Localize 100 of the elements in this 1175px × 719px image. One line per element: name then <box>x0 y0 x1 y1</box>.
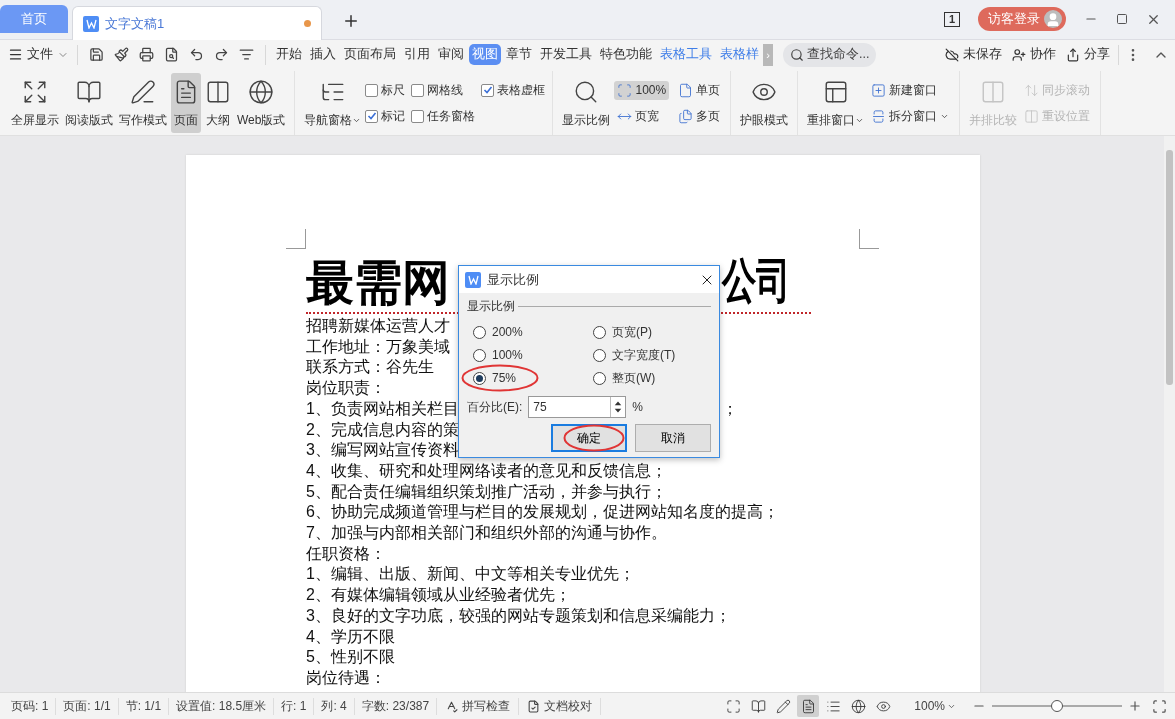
avatar-icon <box>1044 10 1062 28</box>
dialog-button[interactable]: 取消 <box>635 424 711 452</box>
document-line: ； <box>722 398 738 419</box>
document-line: 6、协助完成频道管理与栏目的发展规划，促进网站知名度的提高； <box>306 502 779 523</box>
document-title: 最需网 <box>306 255 450 311</box>
maximize-button[interactable] <box>1116 13 1128 25</box>
ribbon-button[interactable]: Web版式 <box>235 73 288 133</box>
command-search-field[interactable]: 查找命令... <box>783 42 877 67</box>
document-line: 3、良好的文字功底，较强的网站专题策划和信息采编能力； <box>306 605 731 626</box>
margin-mark <box>859 229 879 249</box>
document-title: 公司 <box>722 252 790 308</box>
ribbon-tab[interactable]: 表格样 <box>717 44 762 65</box>
radio-button[interactable] <box>593 325 606 339</box>
checkbox[interactable] <box>411 109 425 123</box>
new-window-icon <box>871 82 887 98</box>
radio-button[interactable] <box>593 371 606 385</box>
scrollbar[interactable] <box>1164 136 1175 692</box>
book-icon <box>76 79 102 105</box>
document-line: 工作地址：万象美域 <box>306 336 450 357</box>
ribbon-button[interactable]: 100% <box>614 80 670 100</box>
document-icon <box>83 15 99 32</box>
document-tab[interactable]: 文字文稿1 <box>72 6 322 40</box>
ribbon-button[interactable]: 新建窗口 <box>868 79 953 101</box>
scroll-arrows-icon <box>1024 82 1040 98</box>
plus-icon <box>342 12 360 30</box>
page-icon[interactable] <box>797 695 820 717</box>
scan-icon <box>617 82 633 98</box>
ribbon-tab[interactable]: 页面布局 <box>341 44 399 65</box>
document-line: 2、完成信息内容的策 <box>306 419 459 440</box>
checkbox[interactable] <box>365 109 379 123</box>
ribbon-tab[interactable]: 引用 <box>401 44 433 65</box>
radio-label: 整页(W) <box>612 369 656 387</box>
toolbar-action[interactable]: 未保存 <box>943 46 1004 63</box>
document-line: 1、编辑、出版、新闻、中文等相关专业优先； <box>306 564 635 585</box>
undo-icon[interactable] <box>189 47 204 62</box>
document-line: 7、加强与内部相关部门和组织外部的沟通与协作。 <box>306 523 667 544</box>
field-label: 百分比(E): <box>467 398 523 416</box>
document-line: 联系方式：谷先生 <box>306 357 434 378</box>
ribbon-button[interactable]: 写作模式 <box>117 73 169 133</box>
ribbon-button[interactable]: 大纲 <box>203 73 233 133</box>
page-count-badge[interactable]: 1 <box>943 11 960 27</box>
brush-icon[interactable] <box>114 47 129 62</box>
checkbox[interactable] <box>481 83 495 97</box>
zoom-slider[interactable] <box>992 699 1122 713</box>
pen-icon <box>130 79 156 105</box>
ribbon-button[interactable]: 显示比例 <box>560 73 613 133</box>
redo-icon[interactable] <box>214 47 229 62</box>
zoom-in-button[interactable] <box>1128 699 1142 713</box>
status-field: 页面: 1/1 <box>56 697 119 715</box>
ribbon-tab[interactable]: 开始 <box>273 44 305 65</box>
toolbar-action[interactable]: 协作 <box>1010 46 1058 63</box>
radio-label: 100% <box>492 348 523 362</box>
ribbon-button[interactable]: 阅读版式 <box>63 73 115 133</box>
ribbon-button[interactable]: 多页 <box>675 105 724 127</box>
printer-icon[interactable] <box>139 47 154 62</box>
ribbon-button[interactable]: 单页 <box>675 79 724 101</box>
ribbon-button[interactable]: 重排窗口 <box>805 73 867 133</box>
spell-check-button[interactable]: 拼写检查 <box>437 697 520 715</box>
ribbon-button[interactable]: 页宽 <box>614 105 670 127</box>
document-line: 招聘新媒体运营人才 <box>306 316 450 336</box>
radio-button[interactable] <box>473 325 486 339</box>
ribbon-tab[interactable]: 插入 <box>307 44 339 65</box>
radio-button[interactable] <box>473 348 486 362</box>
ribbon-button[interactable]: 页面 <box>171 73 201 133</box>
ribbon-tab[interactable]: 开发工具 <box>537 44 595 65</box>
preview-icon[interactable] <box>164 47 179 62</box>
zoom-dropdown[interactable]: 100% <box>908 698 962 714</box>
fit-window-icon[interactable] <box>1152 698 1167 714</box>
checkbox[interactable] <box>411 83 425 97</box>
ribbon-button[interactable]: 导航窗格 <box>302 73 364 133</box>
dialog-title: 显示比例 <box>487 270 540 289</box>
file-menu[interactable]: 文件 <box>6 46 71 63</box>
ribbon-button[interactable]: 护眼模式 <box>738 73 791 133</box>
caret-icon <box>352 116 362 125</box>
radio-button[interactable] <box>593 348 606 362</box>
ribbon-button[interactable]: 全屏显示 <box>9 73 61 133</box>
checkbox-label: 标尺 <box>381 81 406 99</box>
dialog-button[interactable]: 确定 <box>551 424 627 452</box>
ribbon-tab[interactable]: 章节 <box>503 44 535 65</box>
plus-icon <box>1128 699 1142 713</box>
toolbar-action[interactable]: 分享 <box>1064 46 1112 63</box>
ribbon-tab[interactable]: 审阅 <box>435 44 467 65</box>
percent-field[interactable]: 75 <box>528 396 627 418</box>
margin-mark <box>286 229 306 249</box>
pages-icon <box>678 108 694 124</box>
ribbon-tab[interactable]: 特色功能 <box>597 44 655 65</box>
new-tab-button[interactable] <box>342 12 360 30</box>
proofread-button[interactable]: 文档校对 <box>519 697 602 715</box>
app-icon <box>465 271 481 288</box>
more-icon[interactable] <box>239 47 254 62</box>
radio-label: 文字宽度(T) <box>612 346 676 364</box>
radio-button[interactable] <box>473 371 486 385</box>
radio-label: 75% <box>492 371 517 385</box>
checkbox[interactable] <box>365 83 379 97</box>
document-line: 5、配合责任编辑组织策划推广活动，并参与执行； <box>306 481 667 502</box>
columns-icon <box>205 79 231 105</box>
save-icon[interactable] <box>89 47 104 62</box>
ribbon-button[interactable]: 拆分窗口 <box>868 105 953 127</box>
slider-thumb[interactable] <box>1051 700 1063 712</box>
ribbon-tab[interactable]: 表格工具 <box>657 44 715 65</box>
